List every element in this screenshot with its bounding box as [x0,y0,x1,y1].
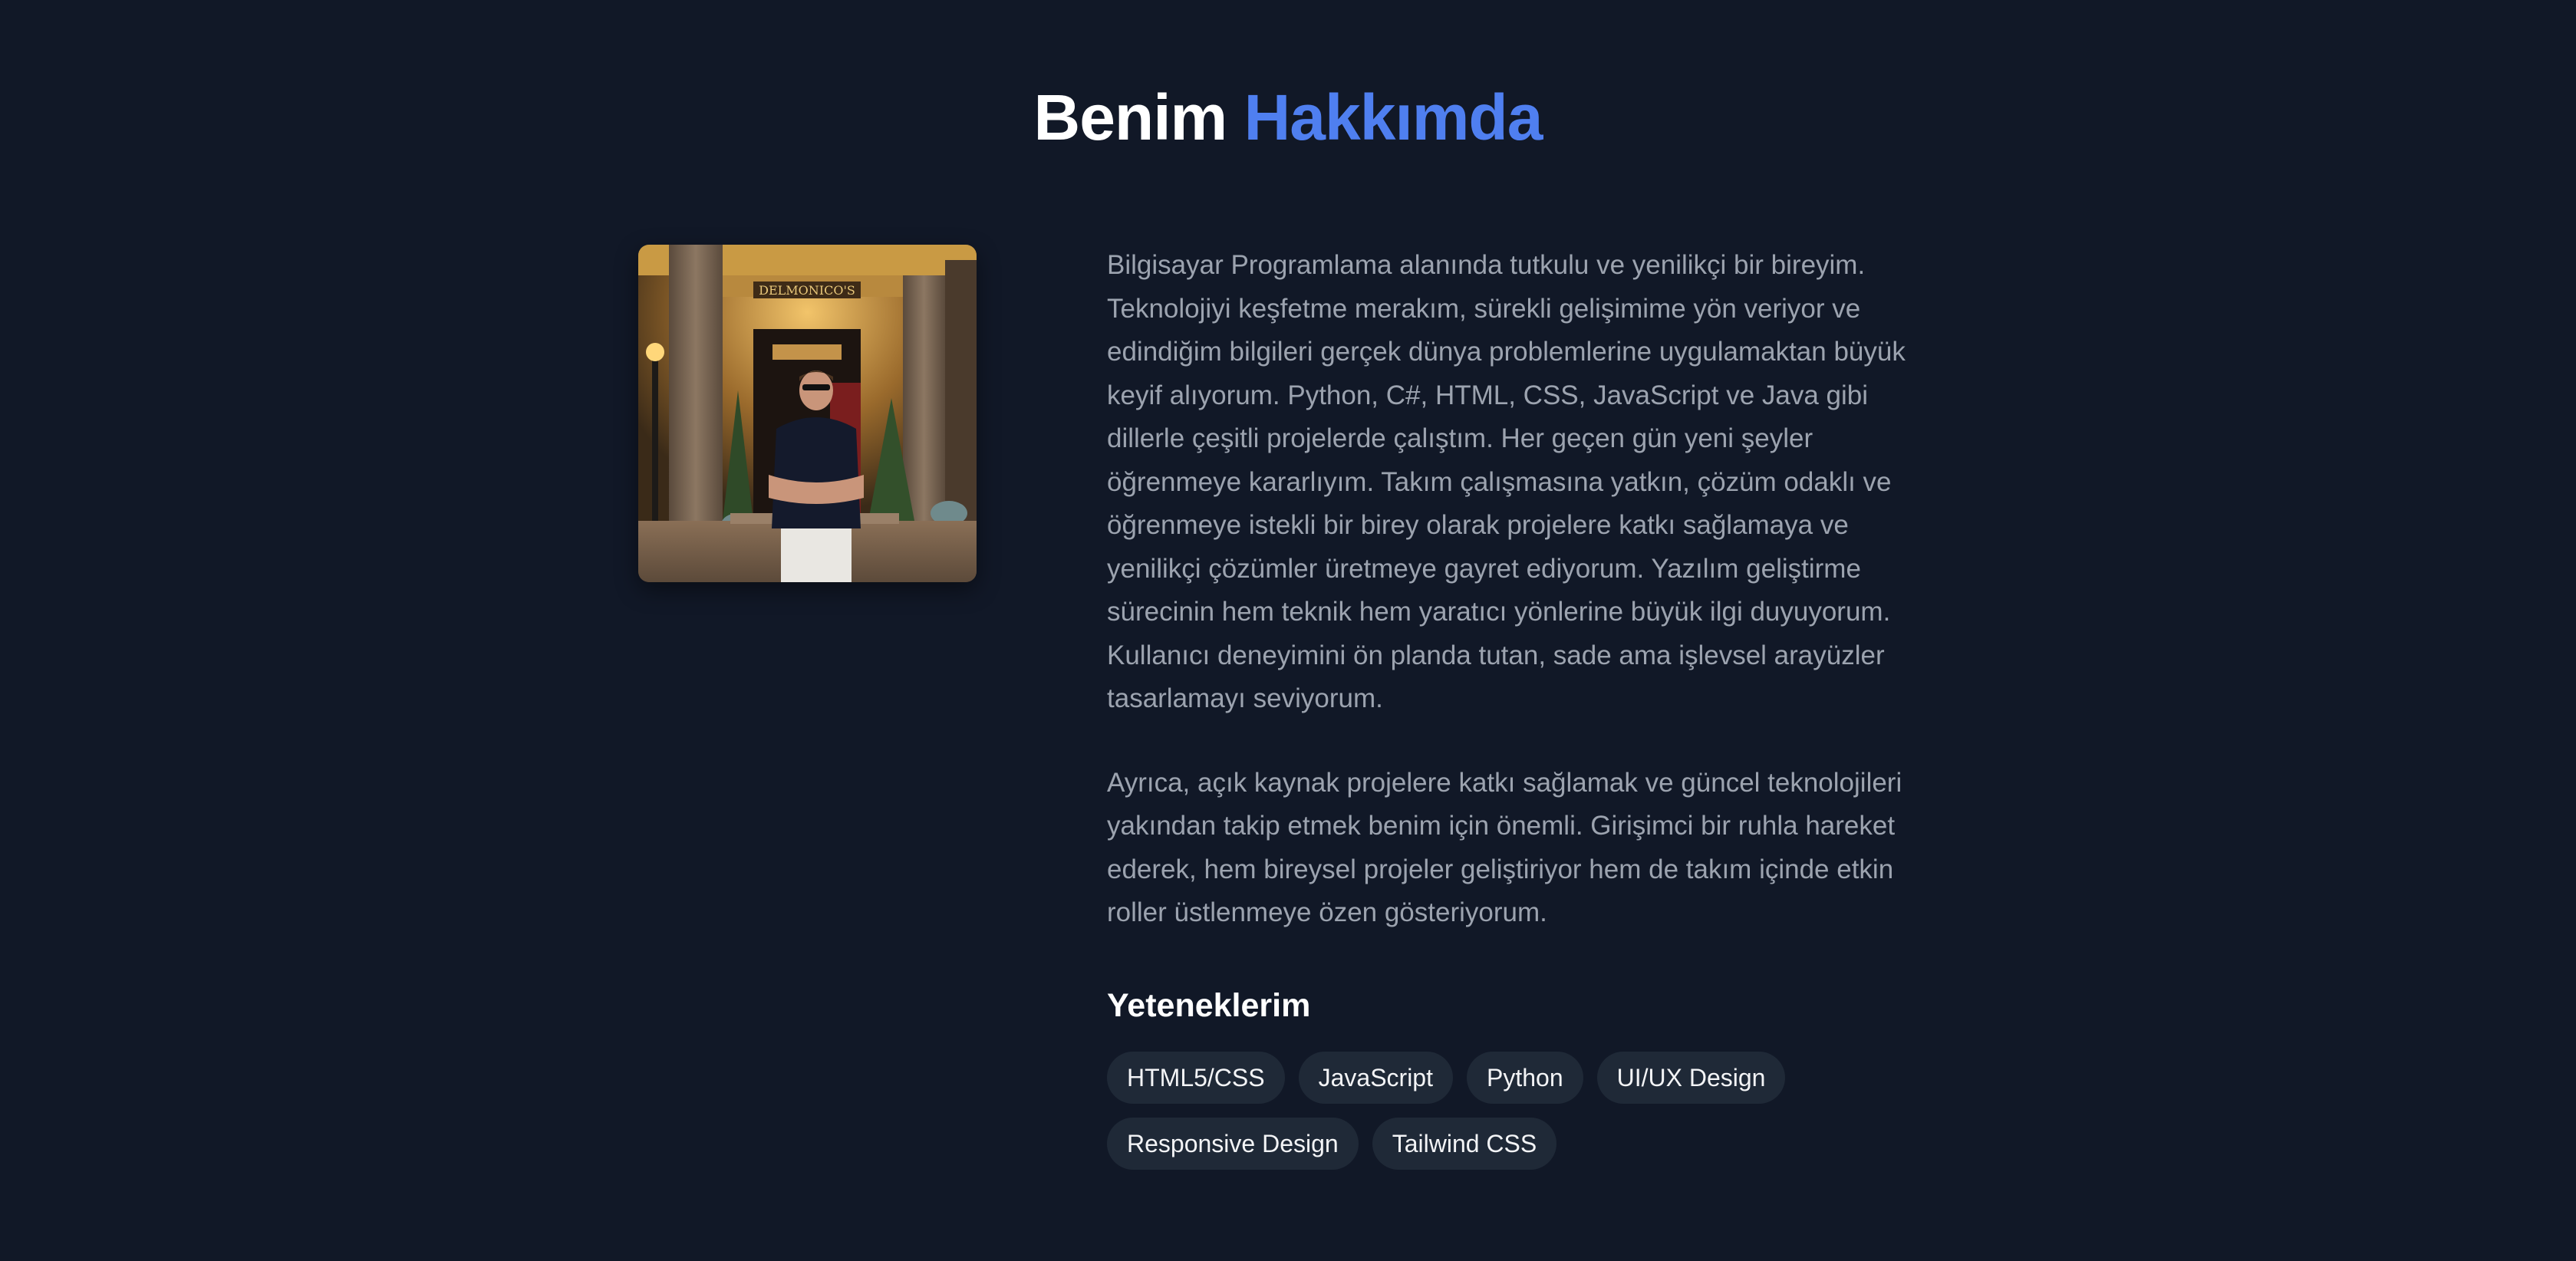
storefront-sign: DELMONICO'S [759,283,855,298]
section-title-highlight: Hakkımda [1244,81,1543,153]
section-title-part1: Benim [1033,81,1228,153]
skill-tag-tailwind-css: Tailwind CSS [1372,1117,1557,1170]
skills-heading: Yeteneklerim [1107,986,1311,1024]
skill-tag-html5-css: HTML5/CSS [1107,1051,1285,1104]
skill-tag-ui-ux-design: UI/UX Design [1596,1051,1786,1104]
skill-tag-python: Python [1466,1051,1583,1104]
about-paragraph: Ayrıca, açık kaynak projelere katkı sağl… [1107,767,1902,928]
about-content: Bilgisayar Programlama alanında tutkulu … [1107,244,1939,1170]
skills-list: HTML5/CSS JavaScript Python UI/UX Design… [1107,1051,1939,1170]
skill-tag-responsive-design: Responsive Design [1107,1117,1359,1170]
profile-photo: DELMONICO'S [638,245,977,582]
about-paragraph: Bilgisayar Programlama alanında tutkulu … [1107,250,1906,713]
about-section: Benim Hakkımda DELMONICO'S Bilgisayar Pr… [0,0,2576,1261]
section-title: Benim Hakkımda [0,75,2576,160]
skill-tag-javascript: JavaScript [1298,1051,1453,1104]
